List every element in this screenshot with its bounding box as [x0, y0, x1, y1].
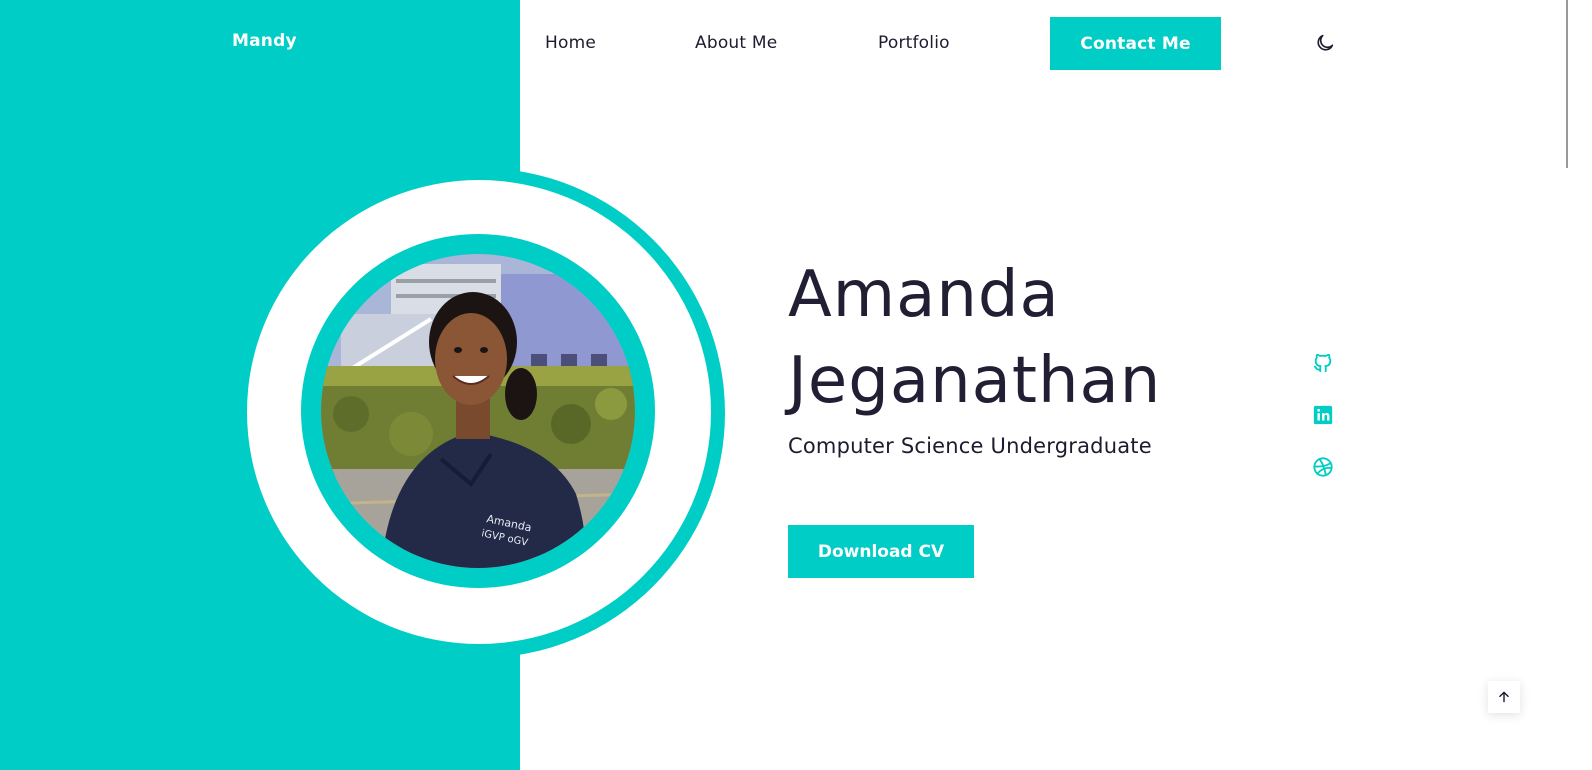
scroll-to-top-button[interactable]: [1488, 681, 1520, 713]
github-icon[interactable]: [1312, 352, 1334, 374]
contact-me-button[interactable]: Contact Me: [1050, 17, 1221, 70]
download-cv-button[interactable]: Download CV: [788, 525, 974, 578]
linkedin-icon[interactable]: [1312, 404, 1334, 426]
arrow-up-icon: [1499, 691, 1509, 703]
page: Mandy Home About Me Portfolio Contact Me: [0, 0, 1592, 770]
dribbble-icon[interactable]: [1312, 456, 1334, 478]
hero-role: Computer Science Undergraduate: [788, 434, 1152, 458]
profile-photo: Amanda iGVP oGV: [321, 254, 635, 568]
nav-about-link[interactable]: About Me: [695, 33, 777, 53]
hero-last-name: Jeganathan: [788, 344, 1162, 418]
scrollbar-track[interactable]: [1568, 0, 1592, 770]
nav-portfolio-link[interactable]: Portfolio: [878, 33, 950, 53]
nav-home-link[interactable]: Home: [545, 33, 596, 53]
hero-name: Amanda Jeganathan: [788, 252, 1161, 424]
brand-logo[interactable]: Mandy: [232, 31, 297, 51]
moon-icon[interactable]: [1314, 32, 1336, 54]
hero-first-name: Amanda: [788, 258, 1060, 332]
